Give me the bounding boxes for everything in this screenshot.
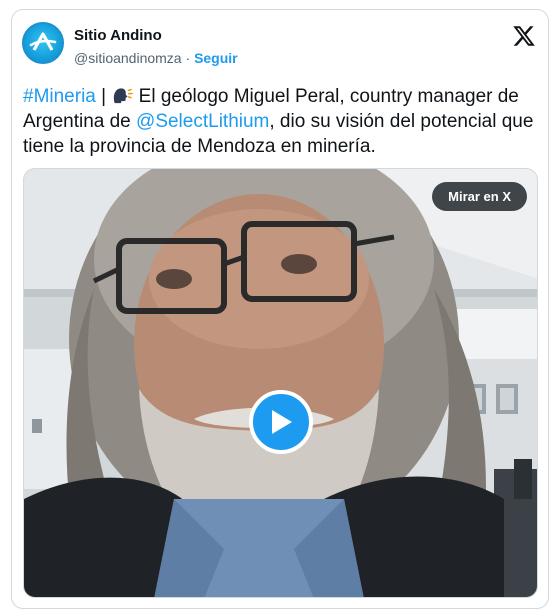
watch-on-x-button[interactable]: Mirar en X: [432, 182, 527, 211]
tweet-card[interactable]: Sitio Andino @sitioandinomza · Seguir #M…: [11, 9, 549, 609]
follow-button[interactable]: Seguir: [194, 50, 238, 66]
tweet-text: #Mineria | El geólogo Miguel Peral, coun…: [23, 84, 538, 159]
play-icon: [272, 410, 292, 434]
speaking-head-icon: [114, 88, 134, 104]
account-avatar[interactable]: [22, 22, 64, 64]
video-player[interactable]: Mirar en X: [23, 168, 538, 598]
video-thumbnail: [24, 169, 537, 597]
mention-link[interactable]: @SelectLithium: [136, 111, 269, 132]
hashtag-link[interactable]: #Mineria: [23, 86, 96, 107]
pipe-separator: |: [101, 86, 107, 107]
account-handle[interactable]: @sitioandinomza: [74, 50, 182, 66]
play-button[interactable]: [249, 390, 313, 454]
account-handle-line: @sitioandinomza · Seguir: [74, 50, 238, 66]
x-logo-icon[interactable]: [512, 24, 536, 48]
account-name[interactable]: Sitio Andino: [74, 27, 162, 44]
sitio-andino-logo-icon: [29, 32, 57, 51]
separator-dot: ·: [185, 50, 191, 66]
